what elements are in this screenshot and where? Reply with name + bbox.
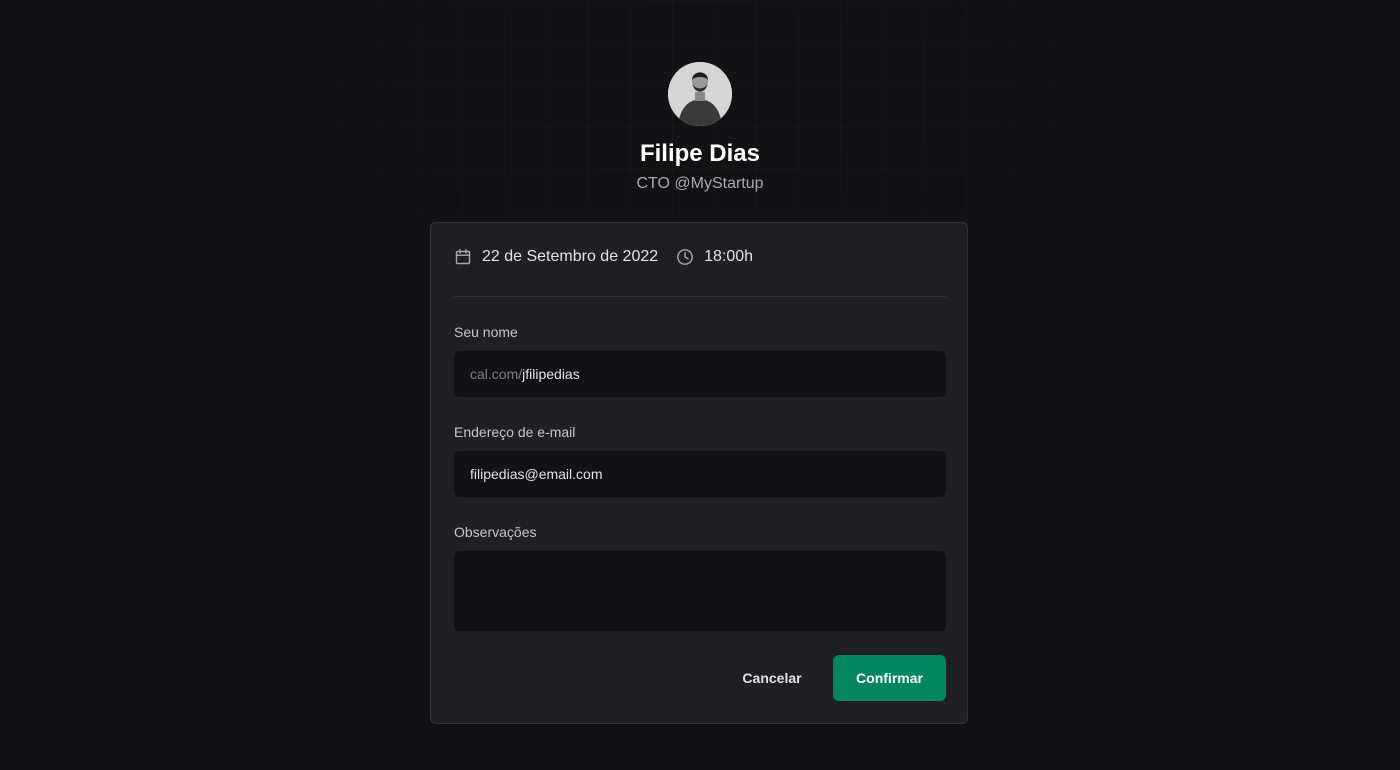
divider xyxy=(454,296,946,297)
profile-header: Filipe Dias CTO @MyStartup xyxy=(0,62,1400,195)
schedule-info: 22 de Setembro de 2022 18:00h xyxy=(454,248,753,266)
username-value: jfilipedias xyxy=(522,366,580,382)
clock-icon xyxy=(676,248,694,266)
confirm-button[interactable]: Confirmar xyxy=(833,655,946,701)
cancel-button[interactable]: Cancelar xyxy=(733,655,811,701)
username-prefix: cal.com/ xyxy=(470,366,523,382)
calendar-icon xyxy=(454,248,472,266)
profile-bio: CTO @MyStartup xyxy=(636,175,764,192)
booking-card: 22 de Setembro de 2022 18:00h Seu nome c… xyxy=(430,222,968,724)
username-label: Seu nome xyxy=(454,324,518,340)
email-input[interactable]: filipedias@email.com xyxy=(454,451,946,497)
username-input[interactable]: cal.com/jfilipedias xyxy=(454,351,946,397)
email-value: filipedias@email.com xyxy=(470,466,603,482)
schedule-time-text: 18:00h xyxy=(704,248,754,265)
schedule-date-text: 22 de Setembro de 2022 xyxy=(482,248,659,265)
avatar xyxy=(668,62,732,126)
notes-textarea[interactable] xyxy=(454,551,946,631)
email-label: Endereço de e-mail xyxy=(454,424,576,440)
notes-label: Observações xyxy=(454,524,537,540)
profile-name: Filipe Dias xyxy=(639,140,761,167)
schedule-time: 18:00h xyxy=(676,248,753,266)
schedule-date: 22 de Setembro de 2022 xyxy=(454,248,658,266)
